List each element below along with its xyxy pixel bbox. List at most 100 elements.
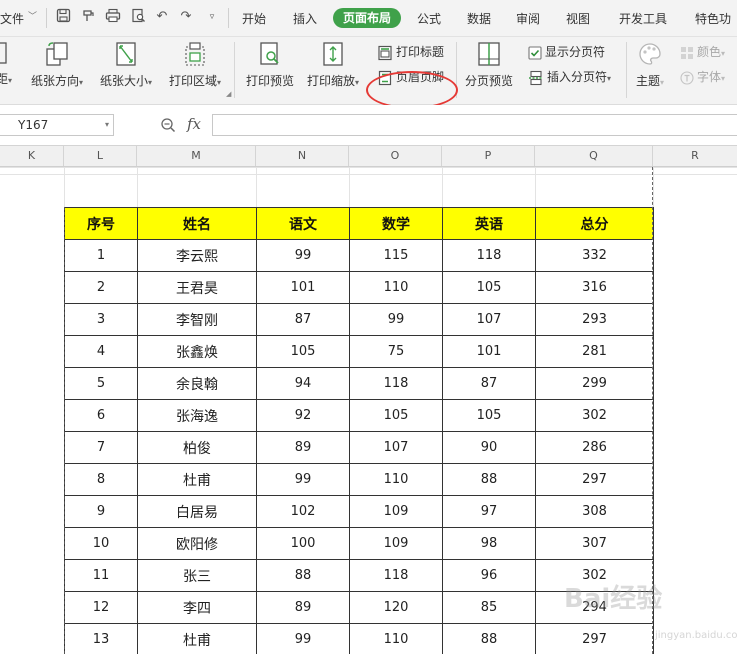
table-cell[interactable]: 107 bbox=[349, 431, 443, 464]
table-cell[interactable]: 9 bbox=[64, 495, 138, 528]
table-cell[interactable]: 4 bbox=[64, 335, 138, 368]
table-cell[interactable]: 89 bbox=[256, 431, 350, 464]
table-cell[interactable]: 杜甫 bbox=[137, 463, 257, 496]
name-box[interactable]: Y167 ▾ bbox=[0, 114, 114, 136]
table-cell[interactable]: 88 bbox=[256, 559, 350, 592]
column-header-p[interactable]: P bbox=[442, 146, 535, 166]
table-cell[interactable]: 94 bbox=[256, 367, 350, 400]
table-cell[interactable]: 98 bbox=[442, 527, 536, 560]
print-preview-button[interactable]: 打印预览 bbox=[244, 41, 296, 89]
table-cell[interactable]: 2 bbox=[64, 271, 138, 304]
table-cell[interactable]: 11 bbox=[64, 559, 138, 592]
table-cell[interactable]: 297 bbox=[535, 623, 654, 654]
column-header-r[interactable]: R bbox=[653, 146, 737, 166]
table-cell[interactable]: 张鑫焕 bbox=[137, 335, 257, 368]
table-cell[interactable]: 87 bbox=[442, 367, 536, 400]
save-icon[interactable] bbox=[54, 8, 72, 26]
table-cell[interactable]: 89 bbox=[256, 591, 350, 624]
table-cell[interactable]: 75 bbox=[349, 335, 443, 368]
column-header-k[interactable]: K bbox=[0, 146, 64, 166]
table-cell[interactable]: 293 bbox=[535, 303, 654, 336]
table-cell[interactable]: 5 bbox=[64, 367, 138, 400]
header-cell[interactable]: 英语 bbox=[442, 207, 536, 240]
column-header-l[interactable]: L bbox=[64, 146, 137, 166]
table-cell[interactable]: 3 bbox=[64, 303, 138, 336]
header-cell[interactable]: 总分 bbox=[535, 207, 654, 240]
table-cell[interactable]: 10 bbox=[64, 527, 138, 560]
table-cell[interactable]: 308 bbox=[535, 495, 654, 528]
table-cell[interactable]: 王君昊 bbox=[137, 271, 257, 304]
print-area-button[interactable]: 打印区域▾ bbox=[164, 41, 226, 89]
table-cell[interactable]: 102 bbox=[256, 495, 350, 528]
table-cell[interactable]: 李四 bbox=[137, 591, 257, 624]
table-cell[interactable]: 88 bbox=[442, 623, 536, 654]
tab-review[interactable]: 审阅 bbox=[516, 10, 540, 27]
page-break-preview-button[interactable]: 分页预览 bbox=[462, 41, 516, 89]
table-cell[interactable]: 118 bbox=[349, 367, 443, 400]
header-cell[interactable]: 数学 bbox=[349, 207, 443, 240]
table-cell[interactable]: 99 bbox=[256, 239, 350, 272]
table-cell[interactable]: 297 bbox=[535, 463, 654, 496]
table-cell[interactable]: 1 bbox=[64, 239, 138, 272]
table-cell[interactable]: 99 bbox=[349, 303, 443, 336]
table-cell[interactable]: 余良翰 bbox=[137, 367, 257, 400]
tab-home[interactable]: 开始 bbox=[242, 10, 266, 27]
table-cell[interactable]: 110 bbox=[349, 463, 443, 496]
column-header-n[interactable]: N bbox=[256, 146, 349, 166]
redo-icon[interactable]: ↷ bbox=[177, 8, 195, 26]
chevron-down-icon[interactable]: ﹀ bbox=[28, 9, 37, 22]
table-cell[interactable]: 115 bbox=[349, 239, 443, 272]
table-cell[interactable]: 杜甫 bbox=[137, 623, 257, 654]
tab-special-features[interactable]: 特色功 bbox=[695, 10, 731, 27]
tab-view[interactable]: 视图 bbox=[566, 10, 590, 27]
table-cell[interactable]: 101 bbox=[256, 271, 350, 304]
table-cell[interactable]: 316 bbox=[535, 271, 654, 304]
table-cell[interactable]: 294 bbox=[535, 591, 654, 624]
header-cell[interactable]: 姓名 bbox=[137, 207, 257, 240]
undo-icon[interactable]: ↶ bbox=[153, 8, 171, 26]
print-icon[interactable] bbox=[104, 8, 122, 26]
table-cell[interactable]: 105 bbox=[442, 271, 536, 304]
table-cell[interactable]: 286 bbox=[535, 431, 654, 464]
table-cell[interactable]: 12 bbox=[64, 591, 138, 624]
table-cell[interactable]: 105 bbox=[349, 399, 443, 432]
table-cell[interactable]: 120 bbox=[349, 591, 443, 624]
colors-button[interactable]: 颜色▾ bbox=[680, 43, 725, 61]
tab-data[interactable]: 数据 bbox=[467, 10, 491, 27]
orientation-button[interactable]: 纸张方向▾ bbox=[28, 41, 86, 89]
table-cell[interactable]: 105 bbox=[256, 335, 350, 368]
header-cell[interactable]: 序号 bbox=[64, 207, 138, 240]
tab-page-layout[interactable]: 页面布局 bbox=[333, 8, 401, 28]
table-cell[interactable]: 110 bbox=[349, 623, 443, 654]
insert-page-break-button[interactable]: 插入分页符▾ bbox=[528, 68, 611, 86]
table-cell[interactable]: 柏俊 bbox=[137, 431, 257, 464]
table-cell[interactable]: 97 bbox=[442, 495, 536, 528]
table-cell[interactable]: 302 bbox=[535, 399, 654, 432]
table-cell[interactable]: 118 bbox=[349, 559, 443, 592]
print-scale-button[interactable]: 打印缩放▾ bbox=[304, 41, 362, 89]
table-cell[interactable]: 90 bbox=[442, 431, 536, 464]
table-cell[interactable]: 7 bbox=[64, 431, 138, 464]
tab-developer[interactable]: 开发工具 bbox=[619, 10, 667, 27]
tab-formulas[interactable]: 公式 bbox=[417, 10, 441, 27]
table-cell[interactable]: 109 bbox=[349, 527, 443, 560]
group-launcher-icon[interactable]: ◢ bbox=[226, 90, 231, 98]
menu-file[interactable]: 文件 bbox=[0, 10, 24, 27]
table-cell[interactable]: 118 bbox=[442, 239, 536, 272]
tab-insert[interactable]: 插入 bbox=[293, 10, 317, 27]
zoom-icon[interactable] bbox=[160, 117, 176, 133]
margins-button[interactable]: 距▾ bbox=[0, 41, 12, 87]
table-cell[interactable]: 105 bbox=[442, 399, 536, 432]
table-cell[interactable]: 欧阳修 bbox=[137, 527, 257, 560]
table-cell[interactable]: 13 bbox=[64, 623, 138, 654]
paper-size-button[interactable]: 纸张大小▾ bbox=[96, 41, 156, 89]
table-cell[interactable]: 92 bbox=[256, 399, 350, 432]
table-cell[interactable]: 99 bbox=[256, 623, 350, 654]
table-cell[interactable]: 白居易 bbox=[137, 495, 257, 528]
chevron-down-icon[interactable]: ▾ bbox=[105, 115, 109, 135]
theme-button[interactable]: 主题▾ bbox=[632, 41, 668, 89]
table-cell[interactable]: 96 bbox=[442, 559, 536, 592]
table-cell[interactable]: 99 bbox=[256, 463, 350, 496]
table-cell[interactable]: 87 bbox=[256, 303, 350, 336]
table-cell[interactable]: 281 bbox=[535, 335, 654, 368]
